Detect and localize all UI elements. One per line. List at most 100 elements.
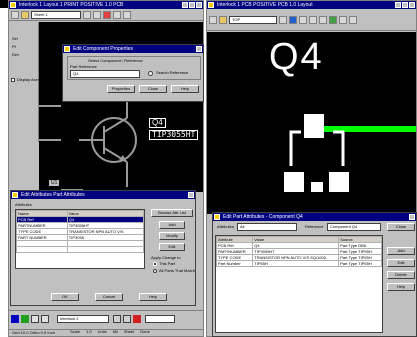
part-value-label: TIP3055HT (149, 130, 199, 140)
taskbar-combo[interactable]: Interlock 2 (57, 315, 109, 323)
open-folder-icon[interactable] (21, 10, 29, 19)
close-icon[interactable] (196, 2, 202, 8)
left-window-title: Interlock 1 Layout 1 PRINT POSITIVE 1.0 … (19, 2, 124, 8)
part-add-button[interactable]: Add (387, 247, 415, 255)
component-dialog-title: Edit Component Properties (73, 46, 134, 52)
cell-attribute: Part Number (216, 260, 254, 267)
green-tool-icon[interactable] (21, 315, 29, 323)
component-group: Select Component / Reference Part Refere… (67, 56, 201, 80)
zoom-icon[interactable] (123, 10, 131, 19)
pcb-canvas[interactable]: Q4 (207, 32, 416, 214)
empty-cell (16, 246, 68, 253)
right-window-titlebar[interactable]: Interlock 1 PCB POSITIVE PCB 1.0 Layout (207, 1, 416, 9)
pcb-route-icon[interactable] (289, 15, 297, 24)
table-row[interactable]: Part Number TIP55H Part Type TIP55H (216, 260, 382, 267)
left-side-panel: Sel Pt Dev Display Axes (9, 22, 40, 142)
attributes-dialog-title: Edit Attributes Part Attributes (21, 192, 85, 198)
browse-attr-button[interactable]: Browse Attr List (151, 209, 193, 217)
help-icon[interactable] (113, 10, 121, 19)
part-edit-button[interactable]: Edit (387, 259, 415, 267)
sheet-combo-value: Sheet 1 (34, 11, 48, 17)
zoom-combo[interactable] (145, 315, 175, 323)
attr-dialog-icon (12, 192, 18, 198)
taskbar-combo-value: Interlock 2 (60, 316, 79, 321)
part-attributes-titlebar[interactable]: Edit Part Attributes - Component Q4 (213, 213, 416, 221)
readout-label-scale: Scale (70, 329, 81, 334)
attr-filter-combo[interactable]: All (237, 223, 297, 231)
component-dialog-titlebar[interactable]: Edit Component Properties (63, 45, 203, 53)
right-toolbar: TOP (207, 9, 416, 31)
reference-value: Component Q4 (330, 224, 358, 229)
part-attributes-title: Edit Part Attributes - Component Q4 (223, 214, 303, 220)
delete-x-icon[interactable] (103, 10, 111, 19)
left-bottom-toolbar: Interlock 2 (9, 310, 203, 328)
pcb-select-icon[interactable] (279, 15, 287, 24)
this-part-label: This Part (159, 261, 176, 266)
display-axes-label: Display Axes (17, 77, 40, 82)
attr-add-button[interactable]: Add (159, 221, 185, 229)
attributes-table: Name Value PCB Ref Q4 PARTNUMBER TIP3055… (16, 210, 144, 253)
pcb-layer-icon[interactable] (339, 15, 347, 24)
search-reference-label: Search Reference (156, 70, 189, 75)
left-toolbar: Sheet 1 (9, 9, 203, 21)
left-window-titlebar[interactable]: Interlock 1 Layout 1 PRINT POSITIVE 1.0 … (9, 1, 203, 9)
reference-label: Reference (305, 224, 324, 229)
this-part-radio[interactable] (153, 262, 157, 266)
select-arrow-icon[interactable] (83, 10, 91, 19)
attr-edit-button[interactable]: Edit (159, 243, 185, 251)
attr-cancel-button[interactable]: Cancel (95, 293, 123, 301)
part-dialog-close-icon[interactable] (409, 214, 415, 220)
layer-combo[interactable]: TOP (229, 15, 277, 24)
attr-help-button[interactable]: Help (139, 293, 167, 301)
properties-button[interactable]: Properties (107, 85, 135, 93)
pcb-close-icon[interactable] (409, 2, 415, 8)
pcb-maximize-icon[interactable] (402, 2, 408, 8)
dialog-close-button[interactable]: Close (139, 85, 167, 93)
prev-icon[interactable] (113, 315, 121, 323)
pcb-zoom-icon[interactable] (309, 15, 317, 24)
empty-cell (66, 246, 144, 253)
maximize-icon[interactable] (189, 2, 195, 8)
part-reference-input[interactable]: Q4 (70, 70, 140, 78)
display-axes-checkbox[interactable] (11, 78, 15, 82)
left-status-text: Grid 10.0 Ortho 0.5 Inch (12, 330, 55, 335)
cell-value: TRANSISTOR NPN AUTO V/S SQ/1000 (252, 254, 340, 261)
pcb-grid-icon[interactable] (319, 15, 327, 24)
pointer-icon[interactable] (93, 10, 101, 19)
attributes-dialog-titlebar[interactable]: Edit Attributes Part Attributes (11, 191, 195, 199)
pcb-help-icon[interactable] (349, 15, 357, 24)
search-reference-radio[interactable] (148, 71, 153, 76)
pcb-drc-icon[interactable] (329, 15, 337, 24)
part-help-button[interactable]: Help (387, 283, 415, 291)
part-attr-table: Attribute Value Source PCB Ref Q4 Part T… (216, 236, 382, 267)
component-group-label: Select Component / Reference (88, 58, 143, 63)
cell-value: TIP55H (252, 260, 340, 267)
pcb-minimize-icon[interactable] (395, 2, 401, 8)
attr-close-icon[interactable] (188, 192, 194, 198)
component-dialog: Edit Component Properties Select Compone… (62, 44, 204, 102)
part-delete-button[interactable]: Delete (387, 271, 415, 279)
next-icon[interactable] (123, 315, 131, 323)
attr-ok-button[interactable]: OK (51, 293, 79, 301)
blue-tool-icon[interactable] (11, 315, 19, 323)
reference-combo[interactable]: Component Q4 (327, 223, 381, 231)
sheet-combo[interactable]: Sheet 1 (31, 10, 81, 19)
pcb-open-icon[interactable] (219, 15, 227, 24)
cell-source: Part Type TIP55H (338, 260, 382, 267)
part-attributes-dialog: Edit Part Attributes - Component Q4 Attr… (212, 212, 417, 337)
text-tool-icon[interactable] (41, 315, 49, 323)
attr-modify-button[interactable]: Modify (159, 232, 185, 240)
minimize-icon[interactable] (182, 2, 188, 8)
dialog-close-icon[interactable] (196, 46, 202, 52)
part-close-button[interactable]: Close (387, 223, 415, 231)
attributes-table-wrap: Name Value PCB Ref Q4 PARTNUMBER TIP3055… (15, 209, 145, 269)
cursor-tool-icon[interactable] (31, 315, 39, 323)
app-icon (10, 2, 16, 8)
pcb-info-icon[interactable] (299, 15, 307, 24)
readout-strip: Scale 1.0 Units Mil Sheet Done (70, 328, 204, 336)
new-file-icon[interactable] (11, 10, 19, 19)
stop-icon[interactable] (133, 315, 141, 323)
dialog-help-button[interactable]: Help (171, 85, 199, 93)
all-parts-radio[interactable] (153, 269, 157, 273)
pcb-new-icon[interactable] (209, 15, 217, 24)
